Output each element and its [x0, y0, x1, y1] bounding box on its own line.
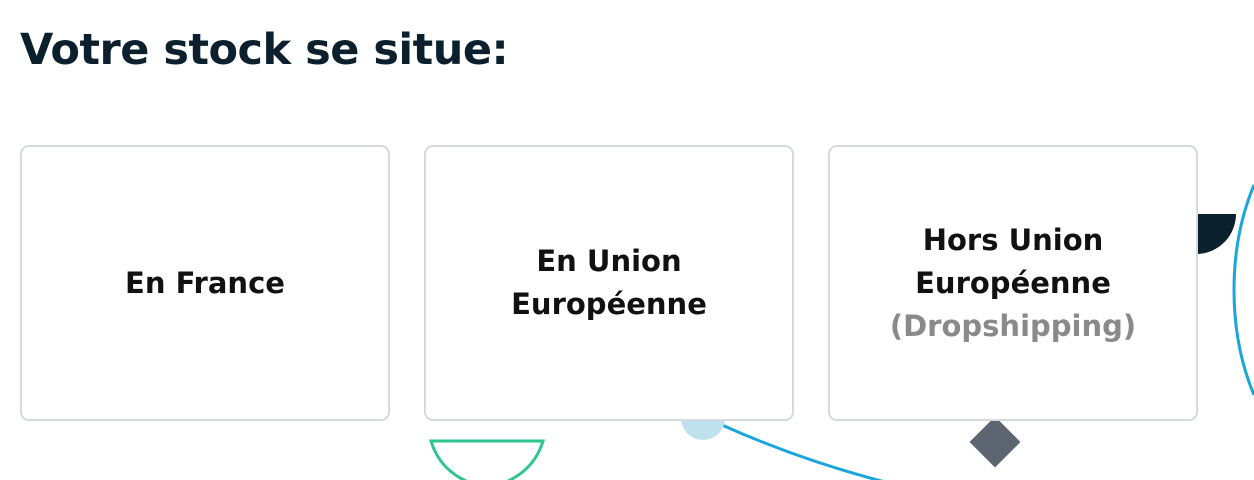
gray-diamond-shape — [969, 416, 1021, 468]
option-label: En Union Européenne — [511, 240, 707, 326]
blue-arc-shape — [1232, 184, 1254, 396]
green-bowl-shape — [428, 439, 546, 480]
option-label: Hors Union Européenne (Dropshipping) — [890, 219, 1136, 348]
option-card-france[interactable]: En France — [20, 145, 390, 421]
option-card-union-europeenne[interactable]: En Union Européenne — [424, 145, 794, 421]
option-label: En France — [125, 262, 285, 305]
option-label-line: En Union — [536, 244, 682, 278]
option-label-line: Hors Union — [922, 222, 1104, 257]
option-label-line: En France — [125, 265, 285, 300]
option-card-hors-union-europeenne[interactable]: Hors Union Européenne (Dropshipping) — [828, 145, 1198, 421]
page: Votre stock se situe: En France En Union… — [0, 0, 1254, 480]
option-note: (Dropshipping) — [889, 308, 1137, 343]
page-title: Votre stock se situe: — [20, 25, 509, 75]
option-label-line: Européenne — [915, 265, 1111, 300]
option-label-line: Européenne — [511, 287, 707, 321]
blue-curve-line — [721, 423, 884, 480]
navy-semicircle-shape — [1196, 214, 1236, 254]
